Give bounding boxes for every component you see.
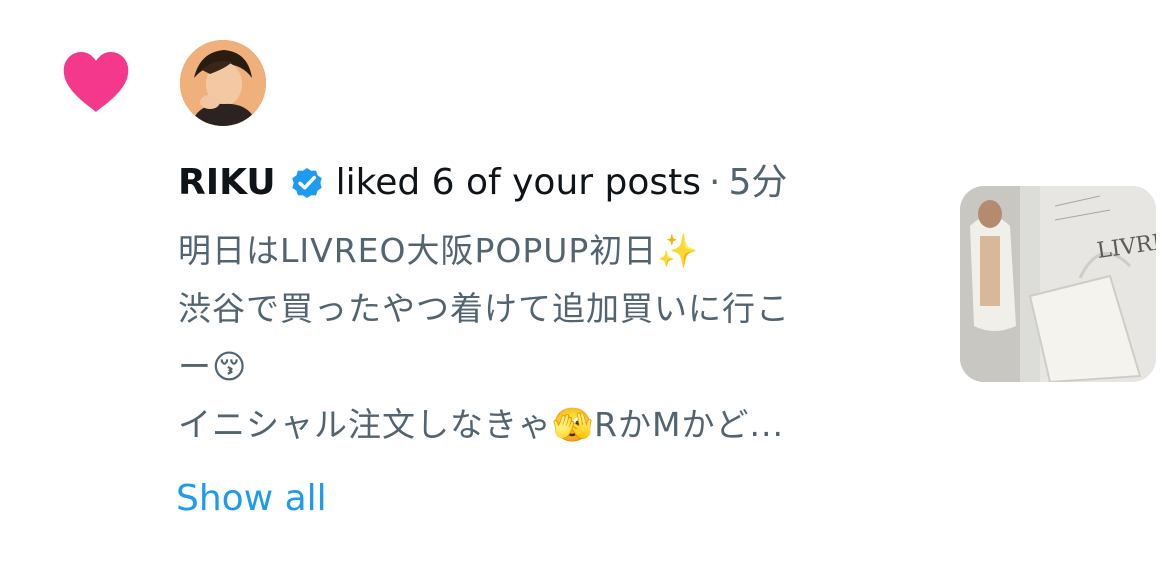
avatar-image: [180, 40, 266, 126]
thumbnail-image: LIVREO: [960, 186, 1156, 382]
post-line: 明日はLIVREO大阪POPUP初日✨: [178, 231, 700, 270]
post-preview-text[interactable]: 明日はLIVREO大阪POPUP初日✨ 渋谷で買ったやつ着けて追加買いに行こ ー…: [178, 222, 918, 454]
verified-badge-icon: [291, 167, 322, 199]
avatar[interactable]: [180, 40, 266, 126]
post-line: イニシャル注文しなきゃ🫣RかMかど...: [178, 405, 784, 444]
post-line: 渋谷で買ったやつ着けて追加買いに行こ: [178, 289, 790, 328]
timestamp: 5分: [728, 162, 788, 203]
show-all-link[interactable]: Show all: [176, 474, 327, 524]
username[interactable]: RIKU: [178, 158, 276, 208]
separator: ·: [709, 162, 721, 203]
notification-action: liked 6 of your posts: [335, 162, 702, 203]
heart-icon: [63, 52, 129, 112]
notification-headline: RIKU liked 6 of your posts · 5分: [178, 158, 787, 208]
post-thumbnail[interactable]: LIVREO: [960, 186, 1156, 382]
post-line: ー😚: [178, 347, 248, 386]
